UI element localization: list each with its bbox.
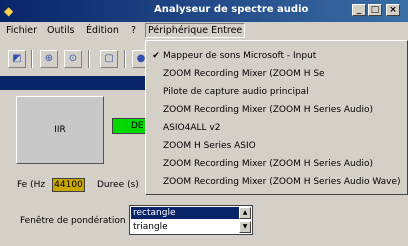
menu-fichier[interactable]: Fichier (6, 25, 37, 36)
menu-bar: Fichier Outils Édition ? Périphérique En… (0, 22, 408, 40)
header-band (0, 76, 150, 90)
device-item[interactable]: ASIO4ALL v2 (148, 120, 406, 137)
toolbar-separator (31, 50, 33, 68)
window-type-list[interactable]: rectangle triangle ▲ ▼ (129, 205, 253, 235)
close-button[interactable]: × (386, 4, 400, 16)
fe-value-field[interactable]: 44100 (52, 178, 85, 192)
menu-help[interactable]: ? (131, 25, 136, 36)
fenetre-label: Fenêtre de pondération (20, 216, 126, 226)
panel-icon[interactable]: ▢ (100, 50, 118, 68)
device-item[interactable]: ✔ Mappeur de sons Microsoft - Input (148, 48, 406, 65)
device-item[interactable]: ZOOM H Series ASIO (148, 138, 406, 155)
toolbar-separator (88, 50, 90, 68)
zoom-out-icon[interactable]: ⊙ (64, 50, 82, 68)
window-title: Analyseur de spectre audio (154, 4, 309, 15)
device-item[interactable]: ZOOM Recording Mixer (ZOOM H Series Audi… (148, 102, 406, 119)
list-item-rectangle[interactable]: rectangle (131, 207, 240, 219)
iir-button-label: IIR (54, 125, 66, 135)
menu-outils[interactable]: Outils (47, 25, 74, 36)
device-item[interactable]: Pilote de capture audio principal (148, 84, 406, 101)
list-item-triangle[interactable]: triangle (131, 221, 240, 233)
checkmark-icon: ✔ (152, 51, 160, 61)
device-item[interactable]: ZOOM Recording Mixer (ZOOM H Se (148, 66, 406, 83)
app-icon[interactable]: ◆ (4, 4, 18, 18)
device-item[interactable]: ZOOM Recording Mixer (ZOOM H Series Audi… (148, 174, 406, 191)
fe-label: Fe (Hz (17, 180, 46, 190)
minimize-button[interactable]: _ (352, 4, 366, 16)
toolbar-separator (124, 50, 126, 68)
menu-peripherique-entree[interactable]: Périphérique Entree (145, 23, 246, 38)
input-device-dropdown: ✔ Mappeur de sons Microsoft - Input ZOOM… (145, 40, 408, 195)
title-bar: ◆ Analyseur de spectre audio _ □ × (0, 0, 408, 22)
device-item[interactable]: ZOOM Recording Mixer (ZOOM H Series Audi… (148, 156, 406, 173)
maximize-button[interactable]: □ (368, 4, 382, 16)
scroll-down-icon[interactable]: ▼ (239, 221, 251, 233)
toolbar: ◩ ⊕ ⊙ ▢ ● (0, 40, 160, 76)
equalizer-icon[interactable]: ◩ (8, 50, 26, 68)
menu-edition[interactable]: Édition (86, 25, 119, 36)
iir-button[interactable]: IIR (16, 96, 104, 164)
zoom-in-icon[interactable]: ⊕ (40, 50, 58, 68)
duree-label: Duree (s) (97, 180, 139, 190)
scroll-up-icon[interactable]: ▲ (239, 207, 251, 219)
